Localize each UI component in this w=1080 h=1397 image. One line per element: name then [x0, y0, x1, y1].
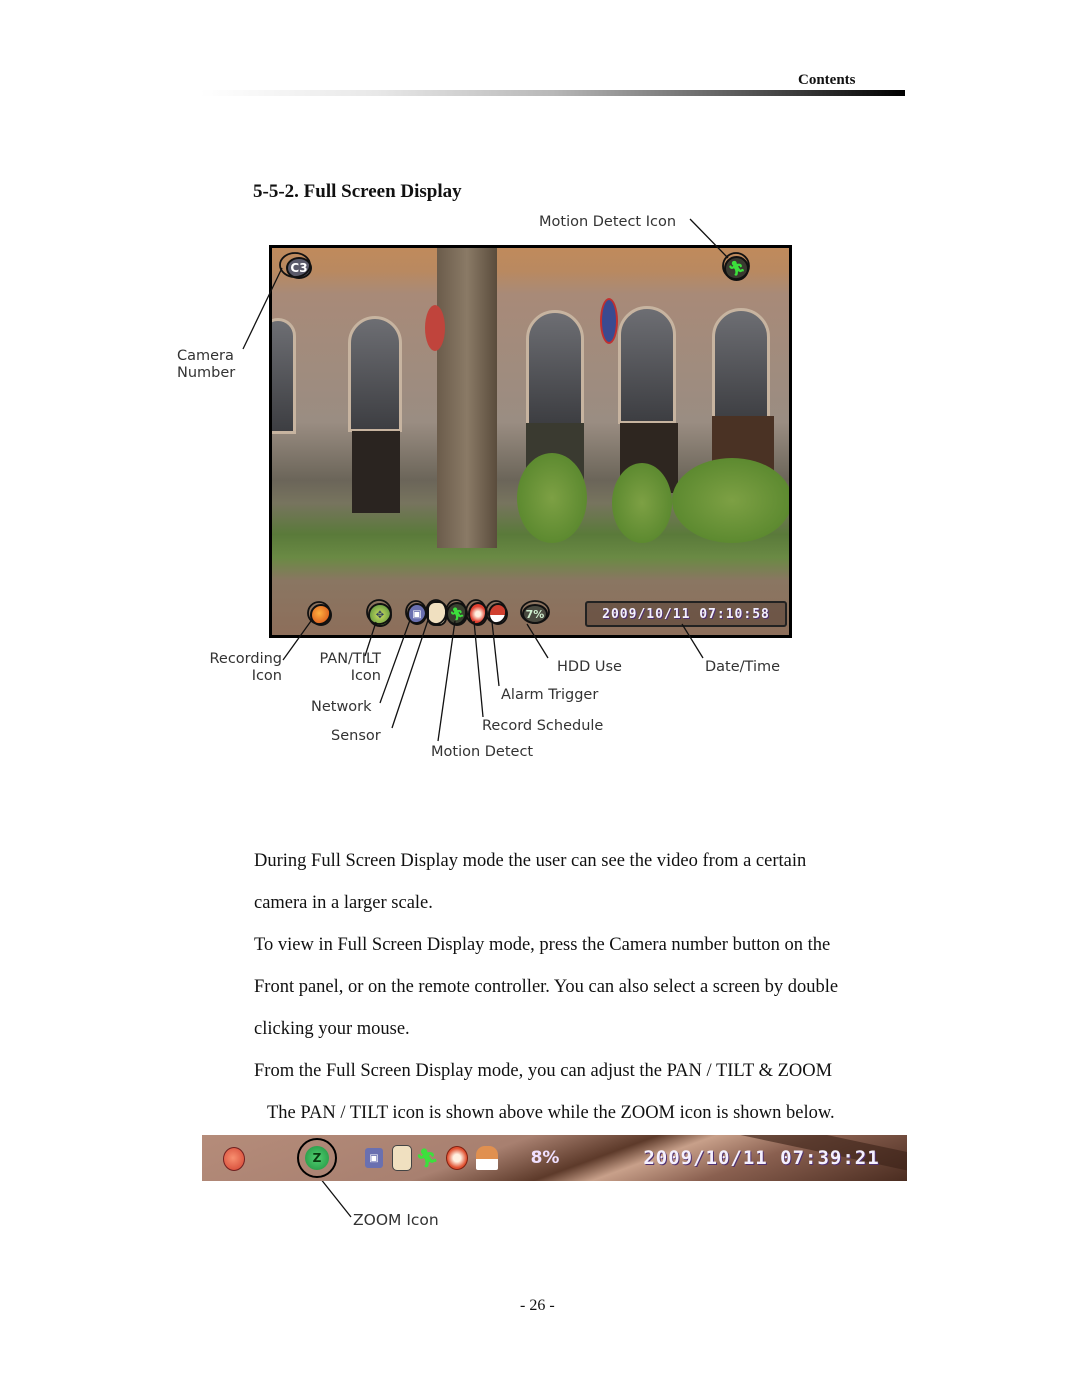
date-time-display: 2009/10/11 07:39:21 [643, 1147, 880, 1169]
scene-bush [517, 453, 587, 543]
recording-icon [310, 604, 332, 626]
motion-detect-status-icon: 🏃︎ [446, 602, 468, 626]
hdd-use-indicator: 8% [530, 1148, 560, 1168]
callout-date-time: Date/Time [705, 659, 781, 675]
network-icon: ▣ [407, 603, 427, 625]
motion-detect-icon: 🏃︎ [415, 1147, 439, 1169]
callout-pan-tilt-line2: Icon [350, 668, 381, 684]
callout-sensor: Sensor [331, 728, 381, 744]
scene-bush [612, 463, 672, 543]
callout-camera-number-line2: Number [177, 365, 236, 381]
paragraph-pan-tilt-zoom: From the Full Screen Display mode, you c… [254, 1050, 894, 1134]
callout-motion-detect-icon: Motion Detect Icon [539, 214, 677, 230]
callout-record-schedule: Record Schedule [482, 718, 604, 734]
scene-window [348, 316, 402, 432]
callout-camera-number: Camera Number [177, 348, 235, 382]
leader-motion-detect [437, 620, 456, 742]
callout-hdd-use: HDD Use [557, 659, 622, 675]
paragraph-line: Front panel, or on the remote controller… [254, 977, 839, 997]
callout-recording-line1: Recording [209, 651, 282, 667]
paragraph-line: The PAN / TILT icon is shown above while… [267, 1103, 835, 1123]
scene-no-entry-sign [425, 305, 445, 351]
motion-detect-icon: 🏃︎ [724, 256, 749, 281]
camera-number-badge: C3 [286, 257, 312, 279]
scene-tree [437, 248, 497, 548]
paragraph-line: clicking your mouse. [254, 1019, 410, 1039]
record-schedule-icon [468, 602, 488, 626]
paragraph-line: To view in Full Screen Display mode, pre… [254, 935, 831, 955]
paragraph-intro: During Full Screen Display mode the user… [254, 840, 894, 924]
callout-recording-line2: Icon [251, 668, 282, 684]
callout-pan-tilt-icon: PAN/TILT Icon [300, 651, 381, 685]
callout-pan-tilt-line1: PAN/TILT [319, 651, 381, 667]
callout-network: Network [311, 699, 372, 715]
scene-door [352, 431, 400, 513]
page-number: - 26 - [520, 1297, 555, 1314]
callout-zoom-icon: ZOOM Icon [353, 1211, 439, 1229]
header-gradient-rule [200, 90, 905, 96]
callout-alarm-trigger: Alarm Trigger [501, 687, 599, 703]
paragraph-how-to-view: To view in Full Screen Display mode, pre… [254, 924, 894, 1050]
alarm-trigger-icon [488, 603, 508, 625]
scene-window [712, 308, 770, 424]
scene-window [618, 306, 676, 424]
pan-tilt-icon: ✥ [368, 603, 392, 627]
paragraph-line: From the Full Screen Display mode, you c… [254, 1061, 833, 1081]
sensor-icon [427, 601, 447, 626]
callout-recording-icon: Recording Icon [200, 651, 282, 685]
scene-parking-sign [600, 298, 618, 344]
callout-camera-number-line1: Camera [177, 348, 234, 364]
sensor-icon [392, 1145, 412, 1171]
paragraph-line: camera in a larger scale. [254, 893, 433, 913]
leader-zoom-icon [319, 1177, 352, 1218]
record-schedule-icon [446, 1146, 468, 1170]
alarm-trigger-icon [476, 1146, 498, 1170]
hdd-use-indicator: 7% [522, 604, 548, 624]
scene-window [526, 310, 584, 426]
camera-full-screen-view: C3 🏃︎ ✥ ▣ 🏃︎ 7% 2009/10/11 07:10:58 [269, 245, 792, 638]
highlight-zoom-icon [297, 1138, 337, 1178]
recording-icon [223, 1147, 245, 1171]
paragraph-line: During Full Screen Display mode the user… [254, 851, 807, 871]
scene-window [272, 318, 296, 434]
scene-bush [672, 458, 789, 543]
date-time-display: 2009/10/11 07:10:58 [585, 601, 787, 627]
section-title: 5-5-2. Full Screen Display [253, 181, 462, 202]
callout-motion-detect: Motion Detect [431, 744, 534, 760]
network-icon: ▣ [365, 1148, 383, 1168]
header-section-label: Contents [798, 72, 856, 88]
